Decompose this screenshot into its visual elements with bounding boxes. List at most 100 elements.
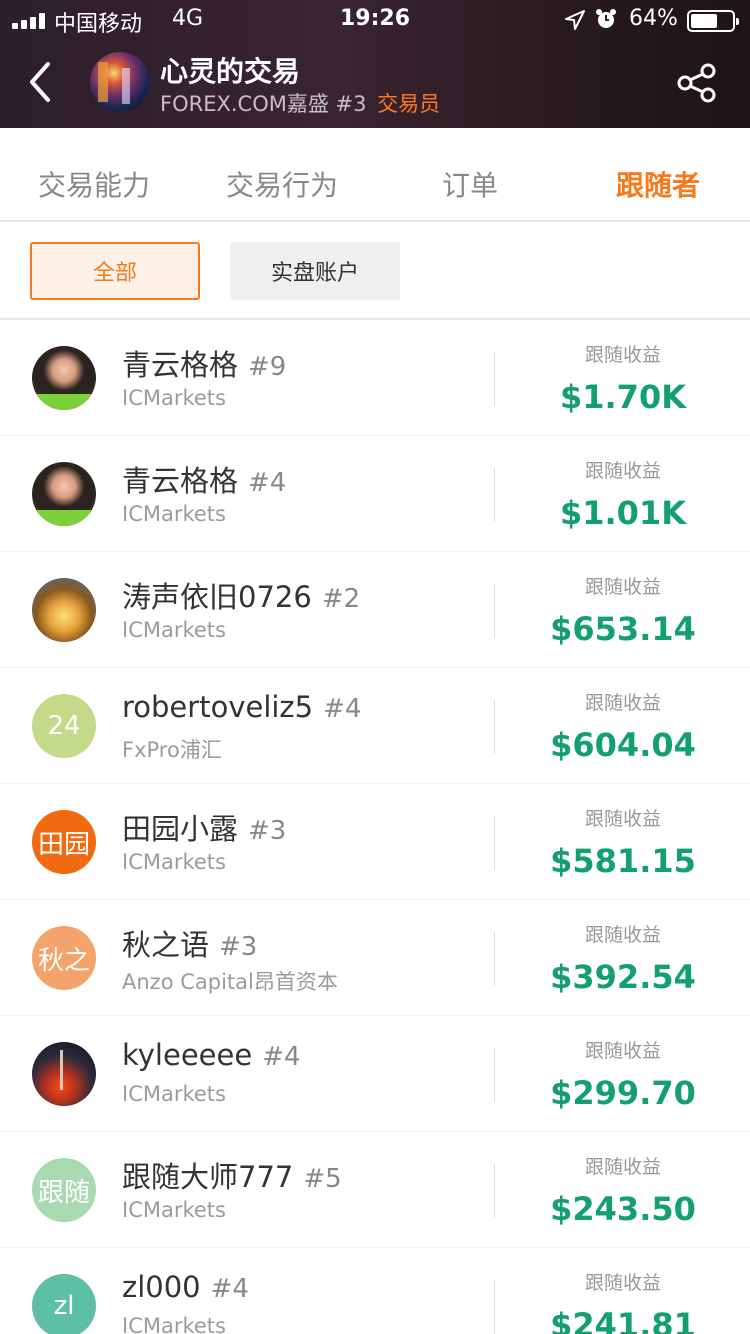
follow-profit-label: 跟随收益	[584, 924, 661, 946]
follower-name: zl000	[122, 1270, 201, 1304]
follower-name: kyleeeee	[122, 1038, 253, 1072]
follower-broker: FxPro浦汇	[122, 738, 222, 762]
row-divider	[494, 1048, 495, 1102]
follower-name-line: 涛声依旧0726 #2	[122, 574, 360, 616]
row-divider	[494, 352, 495, 406]
follower-broker: ICMarkets	[122, 386, 226, 410]
back-arrow-icon[interactable]	[24, 60, 56, 104]
trader-subtitle: FOREX.COM嘉盛 #3 交易员	[160, 88, 440, 118]
follow-profit-value: $299.70	[550, 1074, 696, 1112]
follower-name: 秋之语	[122, 928, 210, 962]
follower-broker: ICMarkets	[122, 1082, 226, 1106]
follower-broker: ICMarkets	[122, 1314, 226, 1334]
follower-row[interactable]: 田园 田园小露 #3 ICMarkets 跟随收益 $581.15	[0, 784, 750, 900]
filter-live-account-button[interactable]: 实盘账户	[230, 242, 400, 300]
follow-profit-label: 跟随收益	[584, 344, 661, 366]
follower-row[interactable]: 24 robertoveliz5 #4 FxPro浦汇 跟随收益 $604.04	[0, 668, 750, 784]
trader-broker: FOREX.COM嘉盛	[160, 92, 329, 116]
follower-broker: ICMarkets	[122, 1198, 226, 1222]
follower-row[interactable]: 青云格格 #4 ICMarkets 跟随收益 $1.01K	[0, 436, 750, 552]
follower-rank: #4	[248, 468, 287, 498]
follower-row[interactable]: 涛声依旧0726 #2 ICMarkets 跟随收益 $653.14	[0, 552, 750, 668]
follow-profit-label: 跟随收益	[584, 692, 661, 714]
trader-rank: #3	[335, 92, 367, 116]
follower-rank: #4	[262, 1042, 301, 1072]
filter-bar: 全部 实盘账户	[0, 222, 750, 320]
follower-name-line: kyleeeee #4	[122, 1038, 301, 1072]
follower-name: 涛声依旧0726	[122, 580, 312, 614]
follower-name-line: 跟随大师777 #5	[122, 1154, 342, 1196]
follow-profit-value: $1.70K	[559, 378, 686, 416]
follow-profit-label: 跟随收益	[584, 1156, 661, 1178]
follower-rank: #5	[303, 1164, 342, 1194]
follow-profit-label: 跟随收益	[584, 576, 661, 598]
follow-profit-label: 跟随收益	[584, 460, 661, 482]
follower-avatar: 田园	[32, 810, 96, 874]
follower-name: 田园小露	[122, 812, 239, 846]
trader-name: 心灵的交易	[160, 55, 301, 88]
trader-role: 交易员	[377, 92, 441, 116]
status-bar: 中国移动 4G 19:26 64%	[0, 0, 750, 40]
follower-rank: #4	[210, 1274, 249, 1304]
row-divider	[494, 1280, 495, 1334]
follower-name-line: 田园小露 #3	[122, 806, 286, 848]
tab-bar: 交易能力 交易行为 订单 跟随者	[0, 142, 750, 222]
filter-all-button[interactable]: 全部	[30, 242, 200, 300]
follower-rank: #3	[219, 932, 258, 962]
follower-avatar	[32, 1042, 96, 1106]
follow-profit-label: 跟随收益	[584, 808, 661, 830]
alarm-icon	[596, 9, 616, 28]
follower-name-line: 青云格格 #4	[122, 458, 286, 500]
follower-broker: ICMarkets	[122, 618, 226, 642]
follower-row[interactable]: 青云格格 #9 ICMarkets 跟随收益 $1.70K	[0, 320, 750, 436]
follower-broker: ICMarkets	[122, 850, 226, 874]
follower-row[interactable]: 跟随 跟随大师777 #5 ICMarkets 跟随收益 $243.50	[0, 1132, 750, 1248]
follower-avatar: 秋之	[32, 926, 96, 990]
follower-broker: ICMarkets	[122, 502, 226, 526]
row-divider	[494, 468, 495, 522]
follower-name-line: 青云格格 #9	[122, 342, 286, 384]
row-divider	[494, 700, 495, 754]
follow-profit-value: $243.50	[550, 1190, 696, 1228]
follower-name: 青云格格	[122, 348, 239, 382]
follower-avatar: zl	[32, 1274, 96, 1334]
follow-profit-label: 跟随收益	[584, 1040, 661, 1062]
follow-profit-value: $653.14	[550, 610, 696, 648]
follower-rank: #9	[248, 352, 287, 382]
battery-percent: 64%	[629, 6, 678, 31]
follower-row[interactable]: zl zl000 #4 ICMarkets 跟随收益 $241.81	[0, 1248, 750, 1334]
row-divider	[494, 584, 495, 638]
follower-list: 青云格格 #9 ICMarkets 跟随收益 $1.70K 青云格格 #4 ICMarkets…	[0, 320, 750, 1334]
follower-avatar	[32, 462, 96, 526]
trader-avatar[interactable]	[90, 52, 150, 112]
location-icon	[565, 10, 585, 30]
tab-orders[interactable]: 订单	[442, 164, 498, 204]
share-icon[interactable]	[676, 62, 718, 104]
follower-name: robertoveliz5	[122, 690, 314, 724]
row-divider	[494, 932, 495, 986]
follower-name: 青云格格	[122, 464, 239, 498]
follow-profit-value: $241.81	[550, 1306, 696, 1334]
follow-profit-value: $604.04	[550, 726, 696, 764]
follower-avatar	[32, 578, 96, 642]
follower-name-line: robertoveliz5 #4	[122, 690, 361, 724]
row-divider	[494, 816, 495, 870]
follower-rank: #2	[321, 584, 361, 614]
tab-trading-behavior[interactable]: 交易行为	[226, 164, 338, 204]
tab-followers[interactable]: 跟随者	[616, 164, 700, 204]
follower-row[interactable]: 秋之 秋之语 #3 Anzo Capital昂首资本 跟随收益 $392.54	[0, 900, 750, 1016]
follower-rank: #3	[248, 816, 287, 846]
tab-trading-ability[interactable]: 交易能力	[38, 164, 150, 204]
battery-icon	[687, 10, 739, 32]
follow-profit-value: $392.54	[550, 958, 696, 996]
follower-broker: Anzo Capital昂首资本	[122, 970, 338, 994]
follower-name-line: zl000 #4	[122, 1270, 249, 1304]
follow-profit-label: 跟随收益	[584, 1272, 661, 1294]
follower-avatar: 跟随	[32, 1158, 96, 1222]
trader-header: 中国移动 4G 19:26 64% 心灵的交易 FOREX.COM嘉盛 #3 交…	[0, 0, 750, 128]
follower-row[interactable]: kyleeeee #4 ICMarkets 跟随收益 $299.70	[0, 1016, 750, 1132]
follow-profit-value: $1.01K	[559, 494, 686, 532]
follower-avatar: 24	[32, 694, 96, 758]
row-divider	[494, 1164, 495, 1218]
follower-name-line: 秋之语 #3	[122, 922, 257, 964]
